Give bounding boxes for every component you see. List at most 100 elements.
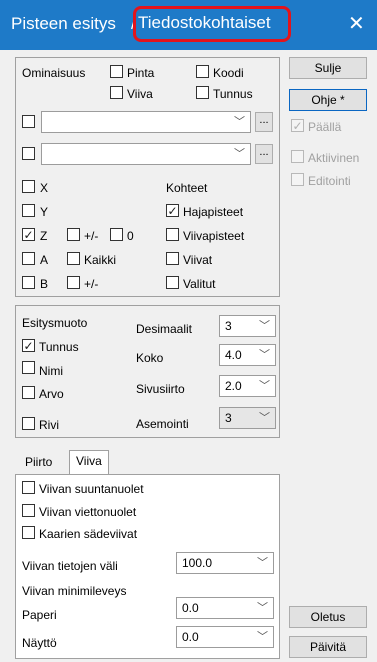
attribute-combo-2[interactable]: ﹀ [41,143,251,165]
plusminus-label: +/- [84,229,99,243]
paperi-select[interactable]: 0.0 ﹀ [176,597,274,619]
asemointi-value: 3 [225,411,232,425]
z-checkbox[interactable]: ✓ [22,228,35,241]
koko-select[interactable]: 4.0 ﹀ [219,344,276,366]
close-icon[interactable]: ✕ [348,11,365,36]
z-label: Z [40,229,48,243]
sivusiirto-select[interactable]: 2.0 ﹀ [219,375,276,397]
sadeviivat-checkbox[interactable] [22,526,35,539]
desimaalit-select[interactable]: 3 ﹀ [219,315,276,337]
asemointi-label: Asemointi [136,417,189,431]
paalla-checkbox[interactable]: ✓ [291,119,304,132]
sadeviivat-label: Kaarien sädeviivat [39,527,138,541]
combo1-browse-button[interactable]: ... [255,112,273,132]
b-label: B [40,277,49,291]
line-panel: Viivan suuntanuolet Viivan viettonuolet … [15,474,280,659]
a-checkbox[interactable] [22,252,35,265]
koko-value: 4.0 [225,348,242,362]
kaikki-checkbox[interactable] [67,252,80,265]
pinta-label: Pinta [127,66,155,80]
window-subtitle: Tiedostokohtaiset [138,13,271,32]
tietojen-vali-label: Viivan tietojen väli [22,559,118,573]
arvo-checkbox[interactable] [22,386,35,399]
sivusiirto-label: Sivusiirto [136,382,185,396]
arvo-label: Arvo [39,387,64,401]
rivi-checkbox[interactable] [22,417,35,430]
window-title: Pisteen esitys [11,14,116,33]
zero-checkbox[interactable] [110,228,123,241]
b-checkbox[interactable] [22,276,35,289]
plusminus2-checkbox[interactable] [67,276,80,289]
aktiivinen-label: Aktiivinen [308,151,360,165]
editointi-label: Editointi [308,174,351,188]
chevron-down-icon: ﹀ [259,380,270,392]
tietojen-vali-value: 100.0 [182,556,213,570]
combo2-browse-button[interactable]: ... [255,144,273,164]
chevron-down-icon: ﹀ [234,148,245,160]
title-bar: Pisteen esitys / Tiedostokohtaiset ✕ [0,0,377,50]
viiva-label: Viiva [127,87,153,101]
viivapisteet-checkbox[interactable] [166,228,179,241]
editointi-checkbox[interactable] [291,173,304,186]
tunnus-label: Tunnus [213,87,253,101]
minimileveys-label: Viivan minimileveys [22,584,127,598]
viettonuolet-label: Viivan viettonuolet [39,505,137,519]
plusminus-checkbox[interactable] [67,228,80,241]
chevron-down-icon: ﹀ [259,412,270,424]
asemointi-select[interactable]: 3 ﹀ [219,407,276,429]
chevron-down-icon: ﹀ [234,116,245,128]
rivi-label: Rivi [39,418,59,432]
presentation-panel: Esitysmuoto ✓ Tunnus Nimi Arvo Rivi Desi… [15,305,280,438]
combo1-checkbox[interactable] [22,115,35,128]
tab-piirto[interactable]: Piirto [19,452,58,474]
nimi-checkbox[interactable] [22,361,35,374]
koodi-checkbox[interactable] [196,65,209,78]
x-checkbox[interactable] [22,180,35,193]
attribute-combo-1[interactable]: ﹀ [41,111,251,133]
sivusiirto-value: 2.0 [225,379,242,393]
tab-viiva[interactable]: Viiva [69,450,109,475]
chevron-down-icon: ﹀ [257,557,268,569]
ominaisuus-label: Ominaisuus [22,66,86,80]
desimaalit-value: 3 [225,319,232,333]
suuntanuolet-checkbox[interactable] [22,481,35,494]
paivita-button[interactable]: Päivitä [289,636,367,658]
y-label: Y [40,205,49,219]
plusminus2-label: +/- [84,277,99,291]
hajapisteet-label: Hajapisteet [183,205,244,219]
viettonuolet-checkbox[interactable] [22,504,35,517]
koko-label: Koko [136,351,164,365]
tunnus-display-checkbox[interactable]: ✓ [22,339,35,352]
naytto-value: 0.0 [182,630,199,644]
hajapisteet-checkbox[interactable]: ✓ [166,204,179,217]
naytto-select[interactable]: 0.0 ﹀ [176,626,274,648]
naytto-label: Näyttö [22,636,57,650]
viivapisteet-label: Viivapisteet [183,229,245,243]
kohteet-label: Kohteet [166,181,208,195]
tunnus-checkbox[interactable] [196,86,209,99]
valitut-checkbox[interactable] [166,276,179,289]
properties-panel: Ominaisuus Pinta Koodi Viiva Tunnus ﹀ ..… [15,57,280,297]
oletus-button[interactable]: Oletus [289,606,367,628]
pinta-checkbox[interactable] [110,65,123,78]
viiva-checkbox[interactable] [110,86,123,99]
paperi-label: Paperi [22,608,57,622]
paalla-label: Päällä [308,120,342,134]
x-label: X [40,181,49,195]
ohje-button[interactable]: Ohje * [289,89,367,111]
nimi-label: Nimi [39,364,63,378]
viivat-checkbox[interactable] [166,252,179,265]
aktiivinen-checkbox[interactable] [291,150,304,163]
a-label: A [40,253,49,267]
tietojen-vali-select[interactable]: 100.0 ﹀ [176,552,274,574]
chevron-down-icon: ﹀ [257,602,268,614]
chevron-down-icon: ﹀ [259,320,270,332]
y-checkbox[interactable] [22,204,35,217]
combo2-checkbox[interactable] [22,147,35,160]
paperi-value: 0.0 [182,601,199,615]
esitysmuoto-label: Esitysmuoto [22,316,88,330]
sulje-button[interactable]: Sulje [289,57,367,79]
suuntanuolet-label: Viivan suuntanuolet [39,482,144,496]
zero-label: 0 [127,229,134,243]
chevron-down-icon: ﹀ [259,349,270,361]
